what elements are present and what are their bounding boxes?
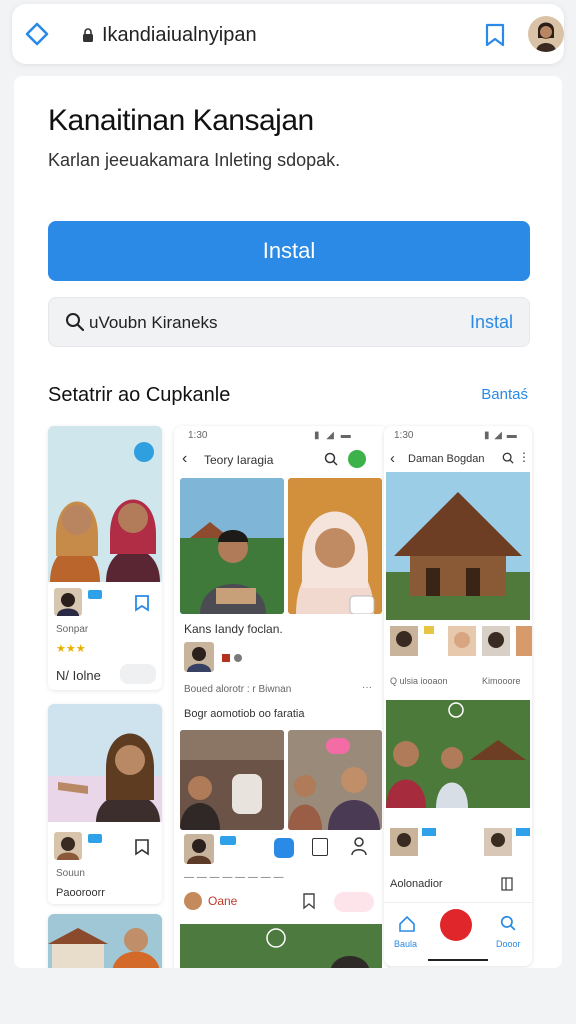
search-input[interactable]: uVoubn Kiraneks (89, 313, 218, 333)
note-icon[interactable] (312, 838, 328, 856)
thumb-6 (484, 828, 512, 856)
search-icon[interactable] (502, 452, 514, 464)
store-page: Kanaitinan Kansajan Karlan jeeuakamara I… (14, 76, 562, 968)
search-bar[interactable]: uVoubn Kiraneks Instal (48, 297, 530, 347)
center-phone-screenshot[interactable]: 1:30 ▮ ◢ ▬ ‹ Teory Iaragia Kans Iandy fo… (174, 426, 388, 968)
url-text[interactable]: Ikandiaiualnyipan (102, 24, 257, 47)
home-icon[interactable] (398, 915, 416, 933)
book-icon[interactable] (500, 876, 514, 892)
online-indicator-icon (348, 450, 366, 468)
right-phone-screenshot[interactable]: 1:30 ▮ ◢ ▬ ‹ Daman Bogdan ⋮ Q ulsia iooa… (384, 426, 532, 966)
play-chip[interactable] (120, 664, 156, 684)
bookmark-icon[interactable] (302, 892, 316, 910)
tag-badge (88, 834, 102, 843)
tag-badge (88, 590, 102, 599)
divider-text: — — — — — — — — (184, 872, 284, 883)
thumb-3 (482, 626, 510, 656)
status-icons: ▮ ◢ ▬ (314, 430, 353, 441)
browser-url-bar: Ikandiaiualnyipan (12, 4, 564, 64)
meta-row: Q ulsia iooaon (390, 676, 448, 686)
post-photo-1 (180, 478, 284, 614)
bookmark-icon[interactable] (482, 22, 508, 48)
tag-badge (516, 828, 530, 836)
author-thumb (184, 642, 214, 672)
screenshot-card-1[interactable]: Sonpar ★★★ N/ Iolne (48, 426, 162, 690)
post-photo-2 (288, 478, 382, 614)
search-icon[interactable] (500, 915, 516, 931)
profile-avatar[interactable] (528, 16, 564, 52)
section-see-all-link[interactable]: Bantaś (481, 386, 528, 403)
post-photo-3 (180, 730, 284, 830)
tag-badge (222, 654, 230, 662)
status-time: 1:30 (188, 430, 208, 441)
card-small-label: Sonpar (56, 624, 89, 635)
bottom-nav: Baula Dooor (384, 902, 532, 966)
record-button[interactable] (440, 909, 472, 941)
tag-badge (234, 654, 242, 662)
house-photo (386, 472, 530, 620)
meta-right: Kimooore (482, 676, 521, 686)
card-footer-label: Paooroorr (56, 887, 105, 899)
page-title: Kanaitinan Kansajan (48, 104, 314, 137)
page-subtitle: Karlan jeeuakamara Inleting sdopak. (48, 150, 341, 170)
screenshot-card-2[interactable]: Souun Paooroorr (48, 704, 162, 904)
more-icon[interactable]: ⋮ (518, 450, 530, 464)
author-thumb (184, 834, 214, 864)
card-thumb (54, 588, 82, 616)
card-small-label: Souun (56, 868, 85, 879)
card-photo (48, 914, 162, 968)
lock-icon (83, 28, 93, 42)
home-icon[interactable] (24, 21, 50, 47)
post-photo-5 (180, 924, 382, 968)
card-photo (48, 704, 162, 822)
back-chevron-icon[interactable]: ‹ (390, 450, 395, 467)
thumb-1 (390, 626, 418, 656)
thumb-2 (448, 626, 476, 656)
post-title: Kans Iandy foclan. (184, 622, 283, 636)
tag-badge (422, 828, 436, 836)
more-icon[interactable]: ··· (362, 682, 372, 693)
nav-home-label: Baula (394, 939, 418, 949)
avatar (184, 892, 202, 910)
tag-badge (220, 836, 236, 845)
search-icon[interactable] (324, 452, 338, 466)
status-time: 1:30 (394, 430, 414, 441)
thumb-5 (390, 828, 418, 856)
caption: Aolonadior (390, 878, 443, 890)
section-line: Bogr aomotiob oo faratia (184, 708, 305, 720)
tag-badge (424, 626, 434, 634)
nav-profile-label: Dooor (496, 939, 521, 949)
card-photo (48, 426, 162, 582)
search-install-link[interactable]: Instal (470, 312, 513, 333)
bottom-background (0, 968, 576, 1024)
bottom-label: Oane (208, 894, 238, 908)
section-title: Setatrir ao Cupkanle (48, 384, 231, 406)
home-indicator (428, 959, 488, 961)
status-icons: ▮ ◢ ▬ (484, 430, 518, 441)
card-footer-label: N/ Iolne (56, 668, 101, 683)
like-chip[interactable] (334, 892, 374, 912)
person-icon[interactable] (350, 836, 368, 856)
post-photo-4 (288, 730, 382, 830)
back-chevron-icon[interactable]: ‹ (182, 450, 187, 468)
card-thumb (54, 832, 82, 860)
screenshot-card-3[interactable] (48, 914, 162, 968)
thumb-4 (516, 626, 532, 656)
phone-header-title: Teory Iaragia (204, 453, 274, 467)
save-icon[interactable] (134, 594, 150, 612)
save-icon[interactable] (134, 838, 150, 856)
people-photo (386, 700, 530, 808)
install-button[interactable]: Instal (48, 221, 530, 281)
post-meta-row: Boued alorotr : r Biwnan (184, 684, 292, 695)
phone-header-title: Daman Bogdan (408, 453, 485, 465)
share-icon[interactable] (274, 838, 294, 858)
search-icon (66, 313, 85, 332)
rating-stars: ★★★ (56, 643, 86, 655)
